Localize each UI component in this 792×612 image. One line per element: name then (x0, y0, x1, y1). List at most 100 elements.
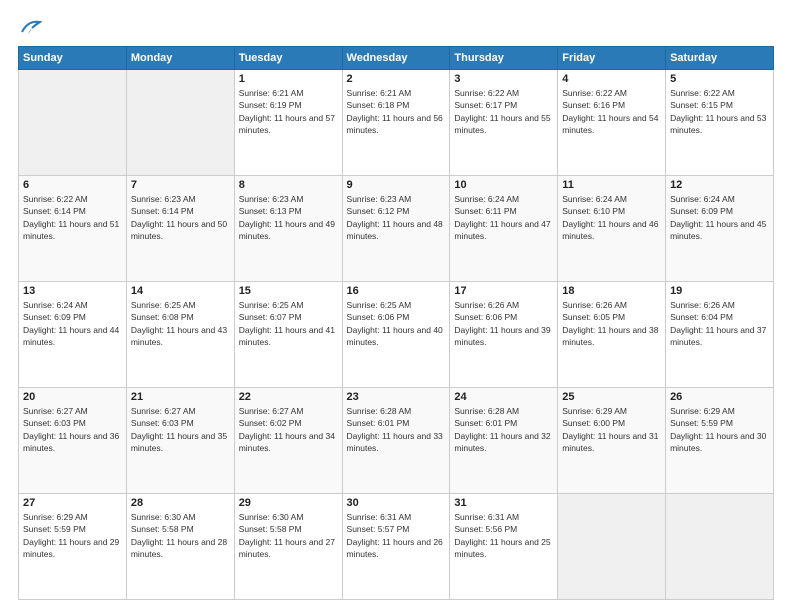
calendar-table: SundayMondayTuesdayWednesdayThursdayFrid… (18, 46, 774, 600)
day-number: 26 (670, 391, 769, 403)
day-number: 10 (454, 179, 553, 191)
day-number: 25 (562, 391, 661, 403)
day-number: 15 (239, 285, 338, 297)
calendar-cell: 9 Sunrise: 6:23 AMSunset: 6:12 PMDaylight… (342, 176, 450, 282)
day-number: 1 (239, 73, 338, 85)
calendar-cell: 31 Sunrise: 6:31 AMSunset: 5:56 PMDayligh… (450, 494, 558, 600)
day-number: 7 (131, 179, 230, 191)
day-number: 18 (562, 285, 661, 297)
week-row-1: 1 Sunrise: 6:21 AMSunset: 6:19 PMDaylight… (19, 70, 774, 176)
day-number: 4 (562, 73, 661, 85)
day-number: 12 (670, 179, 769, 191)
day-info: Sunrise: 6:24 AMSunset: 6:11 PMDaylight:… (454, 193, 553, 242)
day-info: Sunrise: 6:22 AMSunset: 6:17 PMDaylight:… (454, 87, 553, 136)
day-number: 23 (347, 391, 446, 403)
calendar-cell: 25 Sunrise: 6:29 AMSunset: 6:00 PMDayligh… (558, 388, 666, 494)
calendar-cell: 6 Sunrise: 6:22 AMSunset: 6:14 PMDaylight… (19, 176, 127, 282)
day-number: 22 (239, 391, 338, 403)
day-info: Sunrise: 6:21 AMSunset: 6:18 PMDaylight:… (347, 87, 446, 136)
day-number: 24 (454, 391, 553, 403)
day-number: 27 (23, 497, 122, 509)
day-info: Sunrise: 6:29 AMSunset: 5:59 PMDaylight:… (23, 511, 122, 560)
calendar-cell: 4 Sunrise: 6:22 AMSunset: 6:16 PMDaylight… (558, 70, 666, 176)
calendar-cell (666, 494, 774, 600)
day-header-wednesday: Wednesday (342, 47, 450, 70)
week-row-5: 27 Sunrise: 6:29 AMSunset: 5:59 PMDayligh… (19, 494, 774, 600)
day-number: 30 (347, 497, 446, 509)
calendar-cell: 7 Sunrise: 6:23 AMSunset: 6:14 PMDaylight… (126, 176, 234, 282)
logo-bird-icon (20, 18, 42, 36)
calendar-cell: 17Sunrise: 6:26 AMSunset: 6:06 PMDayligh… (450, 282, 558, 388)
day-info: Sunrise: 6:27 AMSunset: 6:02 PMDaylight:… (239, 405, 338, 454)
calendar-cell: 11 Sunrise: 6:24 AMSunset: 6:10 PMDayligh… (558, 176, 666, 282)
calendar-cell: 27 Sunrise: 6:29 AMSunset: 5:59 PMDayligh… (19, 494, 127, 600)
day-info: Sunrise: 6:30 AMSunset: 5:58 PMDaylight:… (239, 511, 338, 560)
day-number: 20 (23, 391, 122, 403)
day-info: Sunrise: 6:26 AMSunset: 6:06 PMDaylight:… (454, 299, 553, 348)
day-info: Sunrise: 6:23 AMSunset: 6:13 PMDaylight:… (239, 193, 338, 242)
day-header-tuesday: Tuesday (234, 47, 342, 70)
day-info: Sunrise: 6:27 AMSunset: 6:03 PMDaylight:… (23, 405, 122, 454)
calendar-cell: 28 Sunrise: 6:30 AMSunset: 5:58 PMDayligh… (126, 494, 234, 600)
day-info: Sunrise: 6:25 AMSunset: 6:07 PMDaylight:… (239, 299, 338, 348)
day-number: 2 (347, 73, 446, 85)
calendar-cell: 1 Sunrise: 6:21 AMSunset: 6:19 PMDaylight… (234, 70, 342, 176)
day-number: 31 (454, 497, 553, 509)
calendar-cell: 22 Sunrise: 6:27 AMSunset: 6:02 PMDayligh… (234, 388, 342, 494)
day-info: Sunrise: 6:27 AMSunset: 6:03 PMDaylight:… (131, 405, 230, 454)
day-info: Sunrise: 6:31 AMSunset: 5:56 PMDaylight:… (454, 511, 553, 560)
day-number: 16 (347, 285, 446, 297)
day-header-monday: Monday (126, 47, 234, 70)
day-header-saturday: Saturday (666, 47, 774, 70)
calendar-cell: 29Sunrise: 6:30 AMSunset: 5:58 PMDayligh… (234, 494, 342, 600)
calendar-cell: 23 Sunrise: 6:28 AMSunset: 6:01 PMDayligh… (342, 388, 450, 494)
calendar-cell: 2 Sunrise: 6:21 AMSunset: 6:18 PMDaylight… (342, 70, 450, 176)
calendar-cell: 3Sunrise: 6:22 AMSunset: 6:17 PMDaylight… (450, 70, 558, 176)
day-info: Sunrise: 6:22 AMSunset: 6:14 PMDaylight:… (23, 193, 122, 242)
calendar-cell: 24 Sunrise: 6:28 AMSunset: 6:01 PMDayligh… (450, 388, 558, 494)
day-info: Sunrise: 6:28 AMSunset: 6:01 PMDaylight:… (454, 405, 553, 454)
calendar-cell: 16 Sunrise: 6:25 AMSunset: 6:06 PMDayligh… (342, 282, 450, 388)
day-number: 19 (670, 285, 769, 297)
day-number: 21 (131, 391, 230, 403)
day-number: 28 (131, 497, 230, 509)
calendar-cell (126, 70, 234, 176)
day-number: 5 (670, 73, 769, 85)
day-header-thursday: Thursday (450, 47, 558, 70)
day-info: Sunrise: 6:26 AMSunset: 6:05 PMDaylight:… (562, 299, 661, 348)
day-info: Sunrise: 6:25 AMSunset: 6:06 PMDaylight:… (347, 299, 446, 348)
day-info: Sunrise: 6:28 AMSunset: 6:01 PMDaylight:… (347, 405, 446, 454)
calendar-cell (19, 70, 127, 176)
day-info: Sunrise: 6:30 AMSunset: 5:58 PMDaylight:… (131, 511, 230, 560)
calendar-cell: 13Sunrise: 6:24 AMSunset: 6:09 PMDayligh… (19, 282, 127, 388)
day-info: Sunrise: 6:25 AMSunset: 6:08 PMDaylight:… (131, 299, 230, 348)
day-info: Sunrise: 6:26 AMSunset: 6:04 PMDaylight:… (670, 299, 769, 348)
day-number: 9 (347, 179, 446, 191)
day-info: Sunrise: 6:23 AMSunset: 6:14 PMDaylight:… (131, 193, 230, 242)
week-row-4: 20 Sunrise: 6:27 AMSunset: 6:03 PMDayligh… (19, 388, 774, 494)
calendar-cell: 8 Sunrise: 6:23 AMSunset: 6:13 PMDaylight… (234, 176, 342, 282)
calendar-cell: 21 Sunrise: 6:27 AMSunset: 6:03 PMDayligh… (126, 388, 234, 494)
calendar-cell: 26Sunrise: 6:29 AMSunset: 5:59 PMDayligh… (666, 388, 774, 494)
day-info: Sunrise: 6:29 AMSunset: 6:00 PMDaylight:… (562, 405, 661, 454)
page: SundayMondayTuesdayWednesdayThursdayFrid… (0, 0, 792, 612)
day-info: Sunrise: 6:22 AMSunset: 6:16 PMDaylight:… (562, 87, 661, 136)
calendar-cell: 18 Sunrise: 6:26 AMSunset: 6:05 PMDayligh… (558, 282, 666, 388)
day-info: Sunrise: 6:24 AMSunset: 6:10 PMDaylight:… (562, 193, 661, 242)
day-number: 13 (23, 285, 122, 297)
week-row-3: 13Sunrise: 6:24 AMSunset: 6:09 PMDayligh… (19, 282, 774, 388)
calendar-cell: 30 Sunrise: 6:31 AMSunset: 5:57 PMDayligh… (342, 494, 450, 600)
day-number: 14 (131, 285, 230, 297)
calendar-cell (558, 494, 666, 600)
day-info: Sunrise: 6:24 AMSunset: 6:09 PMDaylight:… (670, 193, 769, 242)
day-number: 6 (23, 179, 122, 191)
day-info: Sunrise: 6:21 AMSunset: 6:19 PMDaylight:… (239, 87, 338, 136)
day-info: Sunrise: 6:23 AMSunset: 6:12 PMDaylight:… (347, 193, 446, 242)
day-info: Sunrise: 6:22 AMSunset: 6:15 PMDaylight:… (670, 87, 769, 136)
day-info: Sunrise: 6:31 AMSunset: 5:57 PMDaylight:… (347, 511, 446, 560)
day-header-sunday: Sunday (19, 47, 127, 70)
day-header-friday: Friday (558, 47, 666, 70)
day-number: 11 (562, 179, 661, 191)
calendar-cell: 15 Sunrise: 6:25 AMSunset: 6:07 PMDayligh… (234, 282, 342, 388)
day-number: 8 (239, 179, 338, 191)
